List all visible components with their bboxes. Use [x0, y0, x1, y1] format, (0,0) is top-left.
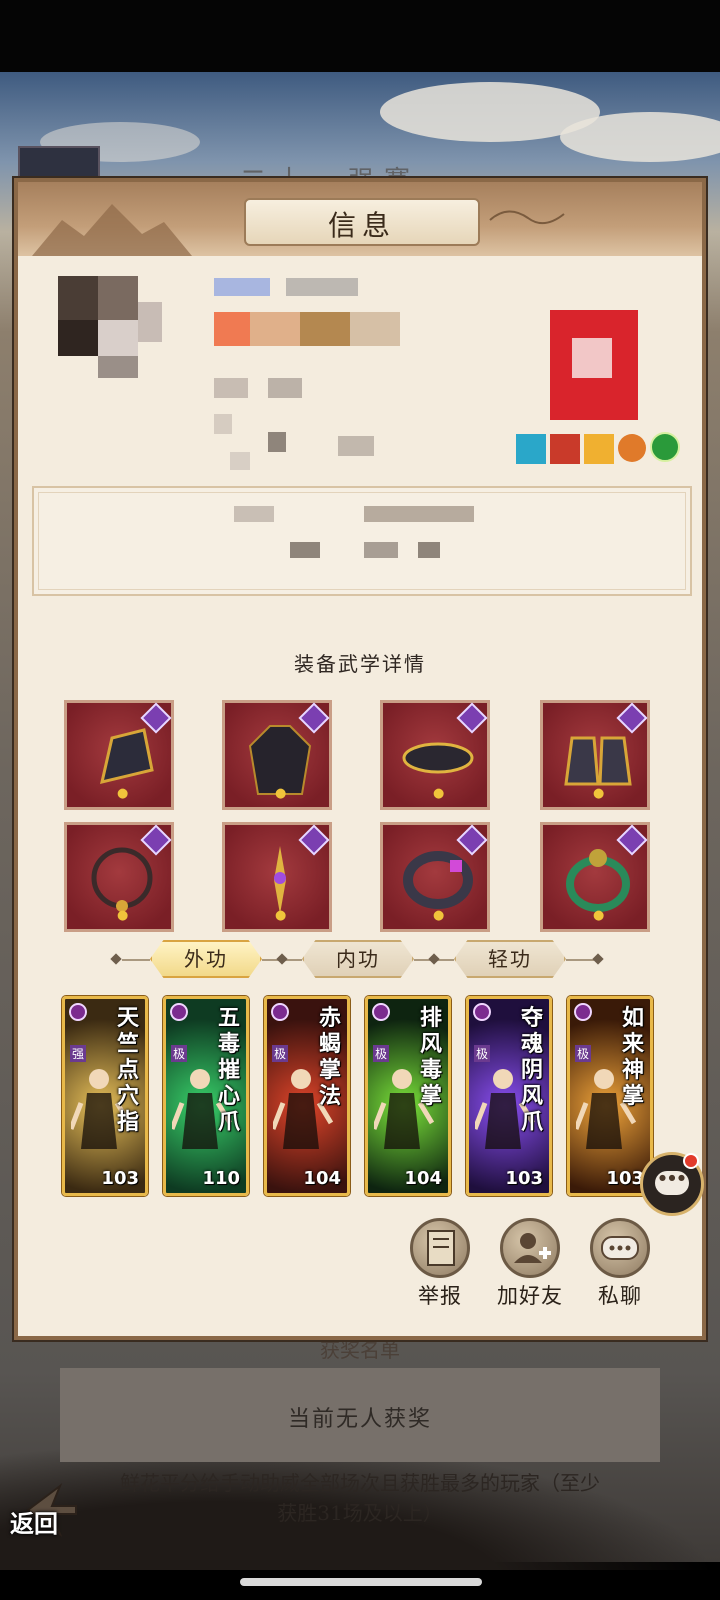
skill-name: 夺魂阴风爪: [521, 1005, 544, 1135]
title-plate: 信息: [244, 198, 480, 246]
gem-icon: ●: [275, 908, 287, 923]
cloud-swirl-decoration: [489, 210, 565, 225]
equipment-slot[interactable]: ●: [64, 700, 174, 810]
skill-level: 110: [202, 1168, 240, 1189]
chat-icon: [590, 1218, 650, 1278]
info-modal: 信息 装备武学详情 ● ● ● ● ● ● ● ● 外功 内功 轻功 强 天竺点…: [14, 178, 706, 1340]
equipment-slot[interactable]: ●: [540, 700, 650, 810]
skill-name: 五毒摧心爪: [218, 1005, 241, 1135]
tab-divider-dot: [428, 953, 440, 965]
tab-external[interactable]: 外功: [150, 940, 262, 978]
winner-list-empty-text: 当前无人获奖: [287, 1407, 432, 1432]
skill-type-icon: [271, 1003, 289, 1021]
home-indicator[interactable]: [240, 1578, 482, 1586]
back-label: 返回: [10, 1509, 58, 1538]
skill-card[interactable]: 极排风毒掌 104: [365, 996, 451, 1196]
equipment-slot[interactable]: ●: [222, 822, 332, 932]
reward-description: 鲜花平分给手动助威全部场次且获胜最多的玩家（至少获胜31场及以上）: [120, 1471, 600, 1525]
equipment-slot[interactable]: ●: [64, 822, 174, 932]
signature-panel: [32, 486, 692, 596]
notification-dot: [683, 1153, 699, 1169]
report-button[interactable]: 举报: [400, 1218, 480, 1310]
floating-chat-button[interactable]: [640, 1152, 704, 1216]
tab-divider-dot: [592, 953, 604, 965]
skill-level: 103: [101, 1168, 139, 1189]
add-friend-icon: [500, 1218, 560, 1278]
add-friend-button[interactable]: 加好友: [490, 1218, 570, 1310]
skill-type-icon: [473, 1003, 491, 1021]
equipment-slot[interactable]: ●: [540, 822, 650, 932]
section-title: 装备武学详情: [294, 652, 426, 676]
skill-type-icon: [574, 1003, 592, 1021]
tab-internal[interactable]: 内功: [302, 940, 414, 978]
tab-divider-dot: [110, 953, 122, 965]
equipment-slot[interactable]: ●: [380, 822, 490, 932]
gem-icon: ●: [117, 908, 129, 923]
tab-lightness[interactable]: 轻功: [454, 940, 566, 978]
skill-name: 如来神掌: [622, 1005, 645, 1109]
add-friend-label: 加好友: [497, 1284, 563, 1308]
skill-card[interactable]: 极赤蝎掌法 104: [264, 996, 350, 1196]
skill-level: 103: [505, 1168, 543, 1189]
equipment-slot[interactable]: ●: [380, 700, 490, 810]
skill-name: 天竺点穴指: [117, 1005, 140, 1135]
skill-type-icon: [170, 1003, 188, 1021]
skill-name: 赤蝎掌法: [319, 1005, 342, 1109]
skill-type-icon: [69, 1003, 87, 1021]
skill-type-icon: [372, 1003, 390, 1021]
tab-divider-line: [122, 959, 150, 961]
skill-card[interactable]: 极五毒摧心爪 110: [163, 996, 249, 1196]
cloud: [560, 112, 720, 162]
modal-title: 信息: [327, 209, 396, 242]
private-chat-button[interactable]: 私聊: [580, 1218, 660, 1310]
chat-bubble-icon: [655, 1171, 689, 1195]
gem-icon: ●: [593, 908, 605, 923]
mountain-decoration: [32, 204, 192, 256]
skill-level: 104: [303, 1168, 341, 1189]
gem-icon: ●: [593, 786, 605, 801]
equipment-slot[interactable]: ●: [222, 700, 332, 810]
report-label: 举报: [418, 1284, 462, 1308]
status-bar: [0, 0, 720, 72]
tab-divider-line: [566, 959, 594, 961]
skill-card[interactable]: 极夺魂阴风爪 103: [466, 996, 552, 1196]
skill-level: 103: [606, 1168, 644, 1189]
skill-level: 104: [404, 1168, 442, 1189]
gem-icon: ●: [433, 786, 445, 801]
skill-name: 排风毒掌: [420, 1005, 443, 1109]
gem-icon: ●: [433, 908, 445, 923]
private-chat-label: 私聊: [598, 1284, 642, 1308]
gem-icon: ●: [275, 786, 287, 801]
gem-icon: ●: [117, 786, 129, 801]
skill-card[interactable]: 强天竺点穴指 103: [62, 996, 148, 1196]
tab-divider-dot: [276, 953, 288, 965]
blacklist-book-icon: [410, 1218, 470, 1278]
skill-card[interactable]: 极如来神掌 103: [567, 996, 653, 1196]
